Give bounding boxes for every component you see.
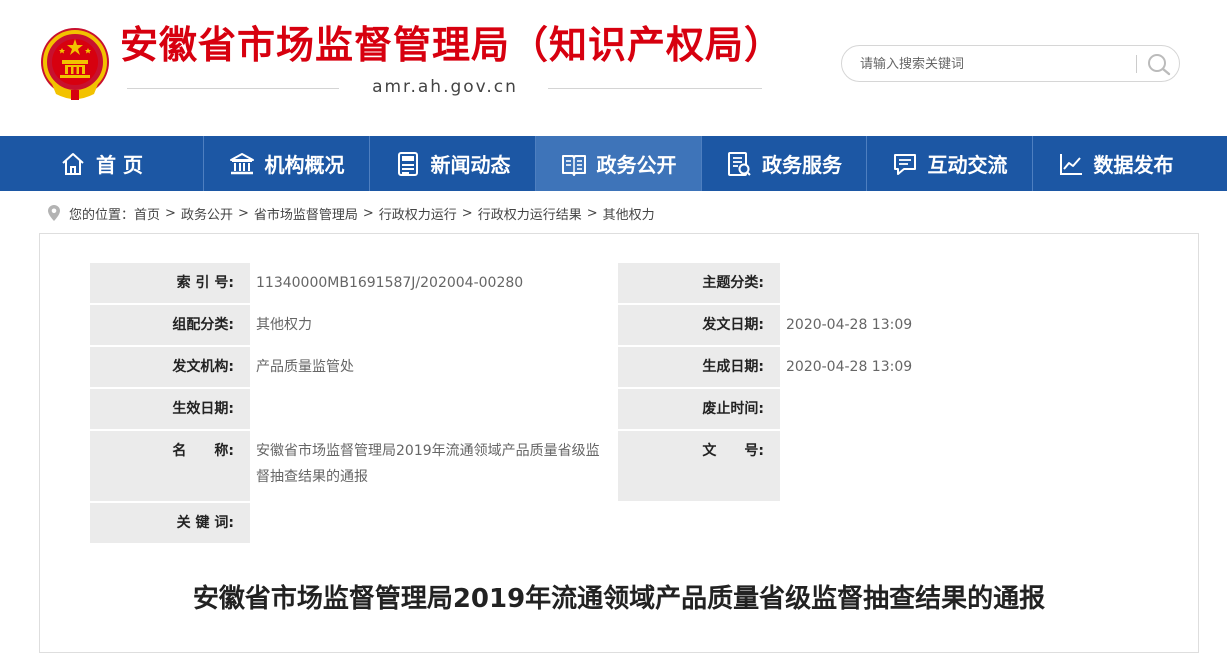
- meta-row: 组配分类: 其他权力 发文日期: 2020-04-28 13:09: [90, 305, 1148, 345]
- breadcrumb-separator: >: [362, 205, 374, 221]
- service-document-icon: [728, 151, 751, 176]
- nav-label: 新闻动态: [430, 153, 511, 177]
- nav-news[interactable]: 新闻动态: [370, 136, 535, 191]
- breadcrumb-separator: >: [461, 205, 473, 221]
- home-icon: [62, 152, 84, 175]
- building-icon: [229, 152, 254, 174]
- category-value: 其他权力: [250, 305, 618, 345]
- nav-label: 互动交流: [927, 153, 1008, 177]
- effective-date-label: 生效日期:: [90, 389, 248, 429]
- nav-organization[interactable]: 机构概况: [204, 136, 369, 191]
- keywords-label: 关 键 词:: [90, 503, 248, 543]
- breadcrumb-separator: >: [586, 205, 598, 221]
- main-nav: 首 页 机构概况 新闻动态 政务公开 政务服务 互动交流 数据发布: [0, 136, 1227, 191]
- site-header: 安徽省市场监督管理局（知识产权局） amr.ah.gov.cn: [0, 0, 1227, 136]
- effective-date-value: [250, 389, 618, 429]
- meta-row: 关 键 词:: [90, 503, 1148, 543]
- nav-label: 政务服务: [762, 153, 842, 177]
- breadcrumb-prefix: 您的位置：: [69, 207, 135, 223]
- chat-icon: [893, 153, 916, 175]
- breadcrumb: 您的位置： 首页 > 政务公开 > 省市场监督管理局 > 行政权力运行 > 行政…: [48, 203, 655, 223]
- topic-category-value: [780, 263, 1148, 303]
- meta-row: 发文机构: 产品质量监管处 生成日期: 2020-04-28 13:09: [90, 347, 1148, 387]
- open-book-icon: [561, 154, 586, 176]
- nav-interaction[interactable]: 互动交流: [867, 136, 1032, 191]
- search-divider: [1136, 55, 1137, 73]
- search-icon[interactable]: [1146, 52, 1172, 76]
- meta-row: 生效日期: 废止时间:: [90, 389, 1148, 429]
- meta-row: 索 引 号: 11340000MB1691587J/202004-00280 主…: [90, 263, 1148, 303]
- nav-label: 机构概况: [264, 153, 345, 177]
- title-label: 名 称:: [90, 431, 248, 501]
- site-title[interactable]: 安徽省市场监督管理局（知识产权局）: [120, 26, 783, 64]
- search-box: [841, 45, 1180, 82]
- nav-label: 数据发布: [1093, 153, 1174, 177]
- nav-label: 政务公开: [596, 153, 677, 177]
- generated-date-value: 2020-04-28 13:09: [780, 347, 1148, 387]
- document-metadata-table: 索 引 号: 11340000MB1691587J/202004-00280 主…: [90, 263, 1148, 545]
- news-icon: [397, 151, 418, 176]
- issuer-value: 产品质量监管处: [250, 347, 618, 387]
- topic-category-label: 主题分类:: [620, 263, 778, 303]
- site-domain: amr.ah.gov.cn: [372, 77, 518, 97]
- index-number-label: 索 引 号:: [90, 263, 248, 303]
- category-label: 组配分类:: [90, 305, 248, 345]
- nav-data-release[interactable]: 数据发布: [1033, 136, 1198, 191]
- breadcrumb-home[interactable]: 首页: [134, 204, 160, 223]
- breadcrumb-admin-power-results[interactable]: 行政权力运行结果: [478, 204, 582, 223]
- nav-services[interactable]: 政务服务: [702, 136, 866, 191]
- expiry-time-value: [780, 389, 1148, 429]
- document-number-label: 文 号:: [620, 431, 778, 501]
- nav-government-affairs[interactable]: 政务公开: [536, 136, 701, 191]
- nav-label: 首 页: [96, 153, 143, 177]
- line-chart-icon: [1059, 153, 1082, 175]
- breadcrumb-government-affairs[interactable]: 政务公开: [181, 204, 233, 223]
- location-pin-icon: [48, 205, 60, 221]
- breadcrumb-bureau[interactable]: 省市场监督管理局: [254, 204, 358, 223]
- search-input[interactable]: [860, 54, 1130, 74]
- title-rule-right: [548, 88, 762, 89]
- meta-row: 名 称: 安徽省市场监督管理局2019年流通领域产品质量省级监督抽查结果的通报 …: [90, 431, 1148, 501]
- publish-date-value: 2020-04-28 13:09: [780, 305, 1148, 345]
- title-rule-left: [127, 88, 339, 89]
- generated-date-label: 生成日期:: [620, 347, 778, 387]
- index-number-value: 11340000MB1691587J/202004-00280: [250, 263, 618, 303]
- breadcrumb-separator: >: [165, 205, 176, 221]
- publish-date-label: 发文日期:: [620, 305, 778, 345]
- breadcrumb-separator: >: [237, 205, 249, 221]
- keywords-value: [250, 503, 1148, 543]
- national-emblem-icon[interactable]: [38, 24, 112, 104]
- document-number-value: [780, 431, 1148, 501]
- title-value: 安徽省市场监督管理局2019年流通领域产品质量省级监督抽查结果的通报: [250, 431, 618, 501]
- breadcrumb-admin-power[interactable]: 行政权力运行: [379, 204, 457, 223]
- expiry-time-label: 废止时间:: [620, 389, 778, 429]
- nav-home[interactable]: 首 页: [0, 136, 203, 191]
- breadcrumb-other-powers[interactable]: 其他权力: [603, 204, 655, 223]
- document-title: 安徽省市场监督管理局2019年流通领域产品质量省级监督抽查结果的通报: [192, 584, 1046, 614]
- issuer-label: 发文机构:: [90, 347, 248, 387]
